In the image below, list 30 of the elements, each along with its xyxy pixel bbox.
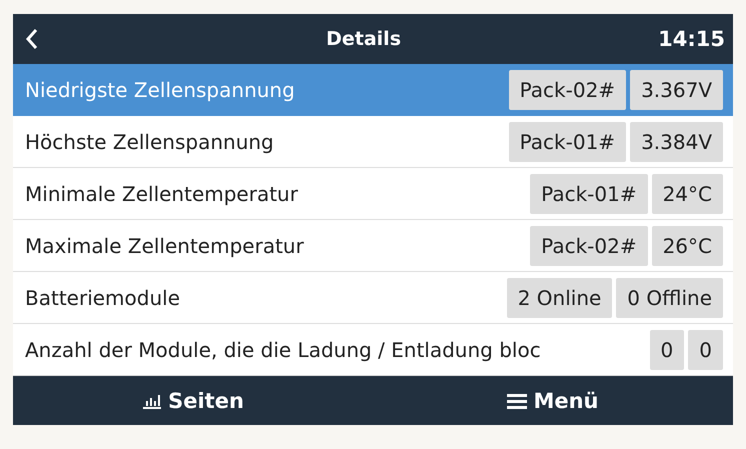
value-field: Pack-01#	[508, 122, 626, 162]
back-button[interactable]	[25, 28, 39, 50]
value-field: 0	[650, 330, 684, 370]
value-field: 2 Online	[506, 278, 612, 318]
list-item[interactable]: Maximale Zellentemperatur Pack-02# 26°C	[13, 220, 733, 272]
value-field: Pack-02#	[530, 226, 648, 266]
value-field: 0	[688, 330, 723, 370]
page-title: Details	[326, 28, 402, 50]
pages-button[interactable]: Seiten	[13, 376, 373, 425]
value-field: 26°C	[652, 226, 723, 266]
item-label: Höchste Zellenspannung	[25, 130, 275, 154]
item-label: Niedrigste Zellenspannung	[25, 78, 296, 102]
value-field: 3.367V	[630, 70, 723, 110]
value-field: 3.384V	[630, 122, 723, 162]
list-item[interactable]: Höchste Zellenspannung Pack-01# 3.384V	[13, 116, 733, 168]
back-icon	[25, 28, 39, 50]
list-item[interactable]: Batteriemodule 2 Online 0 Offline	[13, 272, 733, 324]
item-label: Batteriemodule	[25, 286, 181, 310]
item-label: Maximale Zellentemperatur	[25, 234, 305, 258]
menu-button[interactable]: Menü	[373, 376, 733, 425]
list-item[interactable]: Niedrigste Zellenspannung Pack-02# 3.367V	[13, 64, 733, 116]
item-label: Minimale Zellentemperatur	[25, 182, 299, 206]
value-field: 24°C	[652, 174, 723, 214]
value-field: Pack-02#	[508, 70, 626, 110]
item-label: Anzahl der Module, die die Ladung / Entladung bloc	[25, 338, 542, 362]
menu-icon	[507, 392, 528, 410]
value-field: Pack-01#	[530, 174, 648, 214]
clock-time: 14:15	[658, 27, 725, 51]
list-item[interactable]: Minimale Zellentemperatur Pack-01# 24°C	[13, 168, 733, 220]
value-field: 0 Offline	[616, 278, 723, 318]
